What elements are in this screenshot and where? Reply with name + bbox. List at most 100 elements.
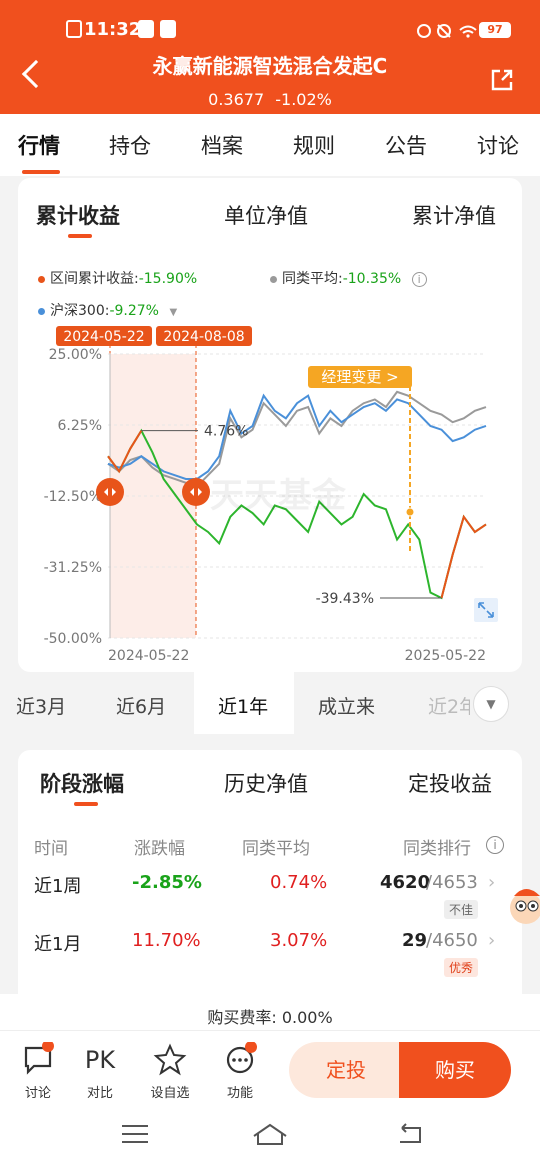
legend-fund-value: -15.90% xyxy=(138,271,198,287)
range-6m[interactable]: 近6月 xyxy=(116,692,166,719)
perf-tab-dingtou[interactable]: 定投收益 xyxy=(408,768,492,798)
notification-icon xyxy=(66,20,82,38)
chart-tab-unit-nav[interactable]: 单位净值 xyxy=(224,200,308,230)
legend-avg: 同类平均:-10.35% i xyxy=(270,268,427,288)
buy-button[interactable]: 购买 xyxy=(399,1042,511,1098)
tab-market[interactable]: 行情 xyxy=(18,130,60,160)
nav-summary: 0.3677 -1.02% xyxy=(0,90,540,109)
tab-holdings[interactable]: 持仓 xyxy=(109,130,151,160)
status-time: 11:32 xyxy=(84,19,142,40)
x-tick-label: 2025-05-22 xyxy=(405,648,486,664)
col-rank: 同类排行 xyxy=(403,839,471,859)
y-tick-label: 6.25% xyxy=(58,418,102,434)
nav-value: 0.3677 xyxy=(208,90,265,109)
tab-notices[interactable]: 公告 xyxy=(385,130,427,160)
row2-badge: 优秀 xyxy=(444,958,479,977)
tab-indicator xyxy=(22,170,60,174)
perf-tab-indicator xyxy=(74,802,98,806)
dingtou-button[interactable]: 定投 xyxy=(289,1042,403,1098)
bottom-item-compare[interactable]: PK 对比 xyxy=(70,1042,130,1101)
legend-index-dot xyxy=(38,307,45,315)
range-end-handle xyxy=(182,478,210,506)
tab-rules[interactable]: 规则 xyxy=(293,130,335,160)
back-nav-icon[interactable] xyxy=(396,1122,426,1146)
legend-fund-dot xyxy=(38,275,45,283)
star-icon xyxy=(153,1043,187,1076)
purchase-fee: 购买费率: 0.00% xyxy=(207,1008,333,1027)
rank-info-icon[interactable]: i xyxy=(486,836,504,854)
manager-change-dot xyxy=(405,507,415,517)
bottom-item-discuss[interactable]: 讨论 xyxy=(8,1040,68,1101)
legend-fund: 区间累计收益:-15.90% xyxy=(38,268,197,288)
range-start-handle xyxy=(96,478,124,506)
bottom-label-compare: 对比 xyxy=(86,1086,113,1101)
home-nav-icon[interactable] xyxy=(252,1122,288,1146)
info-icon[interactable]: i xyxy=(411,272,427,287)
app-icon-2 xyxy=(160,20,176,38)
col-avg: 同类平均 xyxy=(242,839,310,859)
x-tick-label: 2024-05-22 xyxy=(108,648,189,664)
legend-index[interactable]: 沪深300:-9.27% ▼ xyxy=(38,300,177,320)
status-bar: 11:32 97 xyxy=(0,16,540,46)
range-since-inception[interactable]: 成立来 xyxy=(318,692,375,719)
row1-total: /4653 xyxy=(426,872,478,893)
back-icon[interactable] xyxy=(21,59,51,89)
y-tick-label: -31.25% xyxy=(44,560,102,576)
range-2y[interactable]: 近2年 xyxy=(428,692,470,719)
series-fund-line-tail xyxy=(440,514,487,599)
pk-icon: PK xyxy=(84,1046,116,1074)
callout-low: -39.43% xyxy=(316,591,374,607)
main-tabs: 行情 持仓 档案 规则 公告 讨论 xyxy=(0,114,540,176)
chart-tab-indicator xyxy=(68,234,92,238)
row1-change: -2.85% xyxy=(132,872,202,893)
row2-change: 11.70% xyxy=(132,930,201,951)
y-tick-label: -12.50% xyxy=(44,489,102,505)
bottom-item-more[interactable]: 功能 xyxy=(210,1041,270,1101)
chart-tab-cum-nav[interactable]: 累计净值 xyxy=(412,200,496,230)
row1-rank: 4620 xyxy=(380,872,431,893)
nav-change: -1.02% xyxy=(275,90,332,109)
legend-fund-label: 区间累计收益: xyxy=(50,271,139,287)
callout-high: 4.76% xyxy=(204,424,248,440)
row1-avg: 0.74% xyxy=(270,872,328,893)
perf-tab-history[interactable]: 历史净值 xyxy=(224,768,308,798)
page-title: 永赢新能源智选混合发起C xyxy=(152,54,388,78)
range-end-label: 2024-08-08 xyxy=(163,329,244,345)
range-start-label: 2024-05-22 xyxy=(63,329,144,345)
dropdown-icon: ▼ xyxy=(169,307,178,318)
row2-period: 近1月 xyxy=(34,934,82,955)
bottom-label-discuss: 讨论 xyxy=(24,1086,51,1101)
row2-chevron-icon[interactable]: › xyxy=(488,930,495,951)
range-expand-icon[interactable]: ▼ xyxy=(473,686,509,722)
menu-nav-icon[interactable] xyxy=(120,1122,150,1146)
app-header: 11:32 97 永赢新能源智选混合发起C 0.3677 -1.02% xyxy=(0,0,540,114)
y-tick-label: 25.00% xyxy=(49,347,102,363)
col-change: 涨跌幅 xyxy=(134,839,185,859)
chart-tab-cumulative[interactable]: 累计收益 xyxy=(36,200,120,230)
row2-avg: 3.07% xyxy=(270,930,328,951)
row2-rank: 29 xyxy=(402,930,428,951)
perf-tab-stage[interactable]: 阶段涨幅 xyxy=(40,768,124,798)
range-3m[interactable]: 近3月 xyxy=(16,692,66,719)
watermark: 天天基金 xyxy=(210,476,346,516)
app-icon xyxy=(138,20,154,38)
battery-icon: 97 xyxy=(479,22,511,38)
bottom-item-watchlist[interactable]: 设自选 xyxy=(140,1042,200,1101)
tab-discussion[interactable]: 讨论 xyxy=(477,130,519,160)
chat-icon xyxy=(24,1040,54,1075)
mascot-icon[interactable] xyxy=(506,882,540,930)
bottom-label-watchlist: 设自选 xyxy=(150,1086,190,1101)
col-period: 时间 xyxy=(34,839,68,859)
range-1y[interactable]: 近1年 xyxy=(218,692,268,719)
tab-profile[interactable]: 档案 xyxy=(201,130,243,160)
row1-chevron-icon[interactable]: › xyxy=(488,872,495,893)
more-icon xyxy=(226,1041,257,1074)
legend-avg-dot xyxy=(270,275,277,283)
y-tick-label: -50.00% xyxy=(44,631,102,647)
row1-badge: 不佳 xyxy=(444,900,479,919)
share-icon[interactable] xyxy=(490,68,514,92)
manager-change-label: 经理变更 > xyxy=(321,368,398,386)
legend-avg-value: -10.35% xyxy=(342,271,402,287)
row2-total: /4650 xyxy=(426,930,478,951)
legend-index-label: 沪深300: xyxy=(50,303,110,319)
